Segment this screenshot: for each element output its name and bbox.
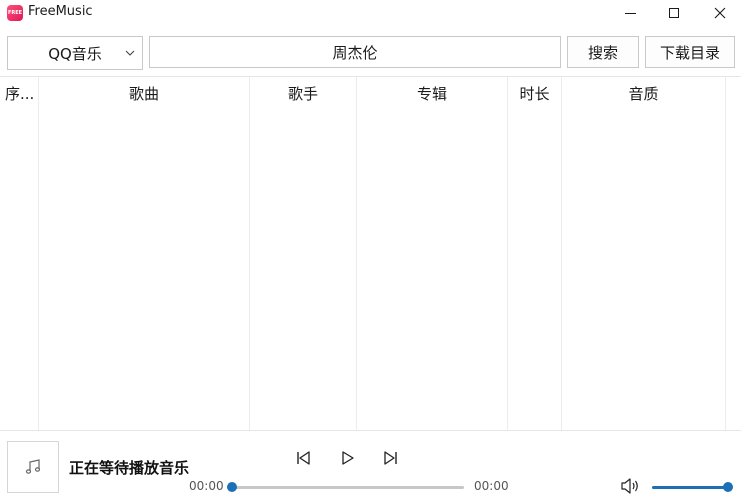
maximize-icon: [669, 8, 679, 18]
search-input[interactable]: [149, 36, 561, 68]
volume-icon[interactable]: [620, 477, 640, 495]
column-album: 专辑: [357, 77, 508, 431]
chevron-down-icon: [125, 50, 135, 56]
skip-previous-icon: [297, 451, 310, 465]
title-bar: FREE FreeMusic: [0, 0, 741, 26]
column-header-index[interactable]: 序...: [0, 77, 38, 109]
app-title: FreeMusic: [28, 4, 93, 19]
column-quality: 音质: [562, 77, 726, 431]
volume-fill: [652, 486, 728, 489]
maximize-button[interactable]: [651, 0, 697, 26]
previous-button[interactable]: [292, 447, 314, 469]
column-header-artist[interactable]: 歌手: [250, 77, 356, 109]
play-button[interactable]: [336, 447, 358, 469]
column-song: 歌曲: [39, 77, 250, 431]
song-table: 序... 歌曲 歌手 专辑 时长 音质: [0, 76, 741, 431]
play-icon: [342, 451, 354, 465]
download-directory-button[interactable]: 下载目录: [645, 36, 735, 68]
column-header-song[interactable]: 歌曲: [39, 77, 249, 109]
app-logo-text: FREE: [7, 10, 23, 16]
volume-thumb[interactable]: [723, 482, 733, 492]
column-header-duration[interactable]: 时长: [508, 77, 561, 109]
minimize-icon: [624, 12, 636, 14]
now-playing-status: 正在等待播放音乐: [69, 459, 190, 477]
volume-slider[interactable]: [652, 482, 733, 492]
total-time: 00:00: [474, 479, 509, 493]
music-source-select[interactable]: QQ音乐: [7, 36, 143, 70]
skip-next-icon: [384, 451, 397, 465]
column-header-quality[interactable]: 音质: [562, 77, 725, 109]
column-header-album[interactable]: 专辑: [357, 77, 507, 109]
close-icon: [714, 7, 726, 19]
progress-slider[interactable]: [227, 482, 464, 492]
column-artist: 歌手: [250, 77, 357, 431]
app-logo-icon: FREE: [7, 5, 23, 21]
minimize-button[interactable]: [607, 0, 653, 26]
player-bar: 正在等待播放音乐 00:00 00:00: [0, 430, 741, 497]
progress-thumb[interactable]: [227, 482, 237, 492]
close-button[interactable]: [697, 0, 741, 26]
search-button[interactable]: 搜索: [567, 36, 639, 68]
column-duration: 时长: [508, 77, 562, 431]
current-time: 00:00: [189, 479, 224, 493]
music-note-icon: [25, 459, 41, 474]
album-cover: [7, 441, 59, 493]
next-button[interactable]: [380, 447, 402, 469]
column-index: 序...: [0, 77, 39, 431]
music-source-value: QQ音乐: [48, 44, 102, 63]
